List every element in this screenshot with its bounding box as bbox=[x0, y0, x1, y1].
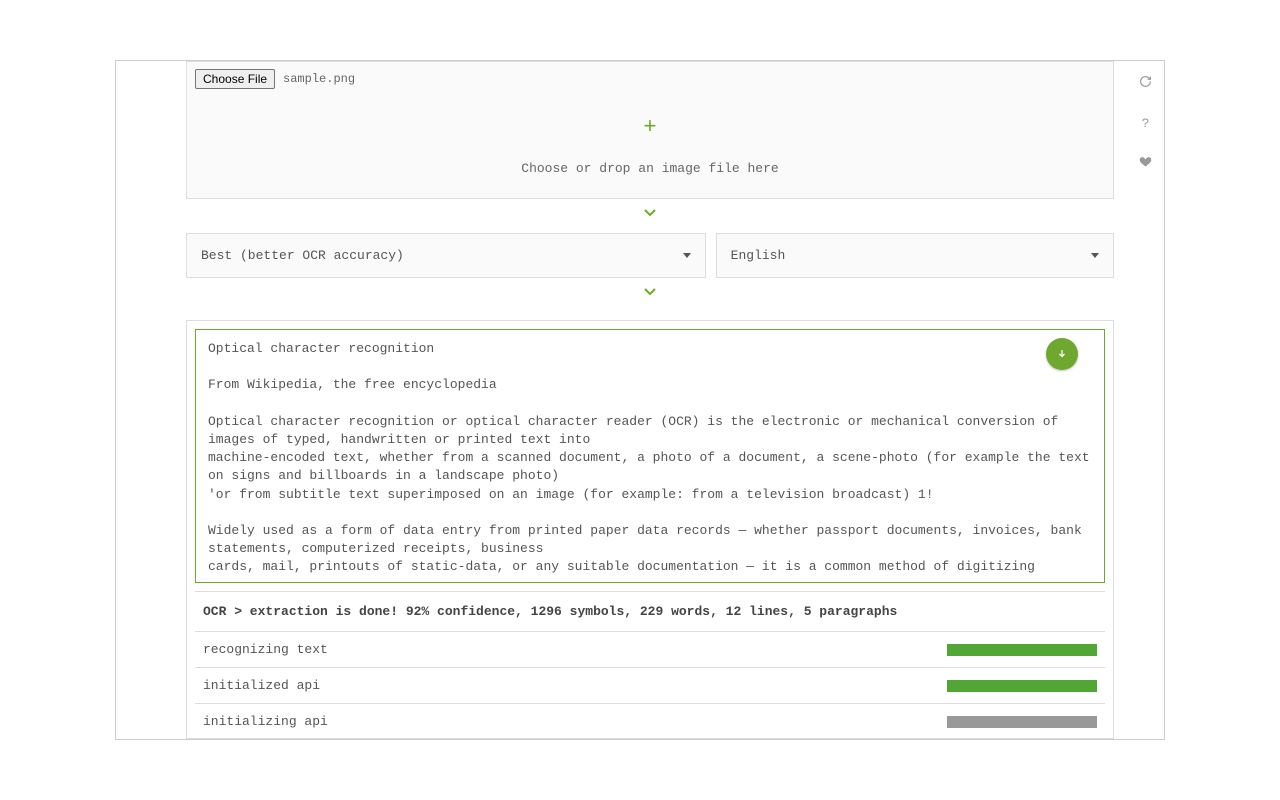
ocr-mode-select[interactable]: Best (better OCR accuracy) bbox=[186, 233, 706, 278]
drop-hint-text: Choose or drop an image file here bbox=[195, 161, 1105, 176]
progress-label: recognizing text bbox=[203, 642, 328, 657]
progress-row: initialized api bbox=[195, 668, 1105, 704]
progress-label: initializing api bbox=[203, 714, 328, 729]
chevron-down-icon bbox=[643, 207, 657, 223]
status-text: OCR > extraction is done! 92% confidence… bbox=[195, 591, 1105, 632]
output-scroll-area[interactable]: OCR > extraction is done! 92% confidence… bbox=[187, 321, 1113, 738]
progress-bar bbox=[947, 680, 1097, 692]
options-row: Best (better OCR accuracy) English bbox=[186, 233, 1114, 278]
progress-bar bbox=[947, 644, 1097, 656]
progress-label: initialized api bbox=[203, 678, 320, 693]
ocr-mode-value: Best (better OCR accuracy) bbox=[201, 248, 404, 263]
add-icon: + bbox=[643, 115, 656, 140]
chevron-down-icon bbox=[643, 286, 657, 302]
selected-file-name: sample.png bbox=[283, 72, 355, 86]
main-content: Choose File sample.png + Choose or drop … bbox=[186, 61, 1114, 739]
refresh-icon[interactable] bbox=[1139, 75, 1152, 92]
output-panel: OCR > extraction is done! 92% confidence… bbox=[186, 320, 1114, 739]
progress-bar bbox=[947, 716, 1097, 728]
ocr-result-wrapper bbox=[195, 329, 1105, 583]
heart-icon[interactable] bbox=[1139, 155, 1152, 172]
progress-row: recognizing text bbox=[195, 632, 1105, 668]
app-frame: ? Choose File sample.png + Choose or dro… bbox=[115, 60, 1165, 740]
ocr-result-textarea[interactable] bbox=[196, 330, 1104, 578]
file-drop-panel[interactable]: Choose File sample.png + Choose or drop … bbox=[186, 61, 1114, 199]
language-value: English bbox=[731, 248, 786, 263]
caret-down-icon bbox=[1091, 253, 1099, 258]
download-button[interactable] bbox=[1046, 338, 1078, 370]
help-icon[interactable]: ? bbox=[1142, 116, 1150, 131]
side-toolbar: ? bbox=[1139, 75, 1152, 172]
choose-file-button[interactable]: Choose File bbox=[195, 69, 275, 89]
caret-down-icon bbox=[683, 253, 691, 258]
progress-row: initializing api bbox=[195, 704, 1105, 738]
language-select[interactable]: English bbox=[716, 233, 1114, 278]
